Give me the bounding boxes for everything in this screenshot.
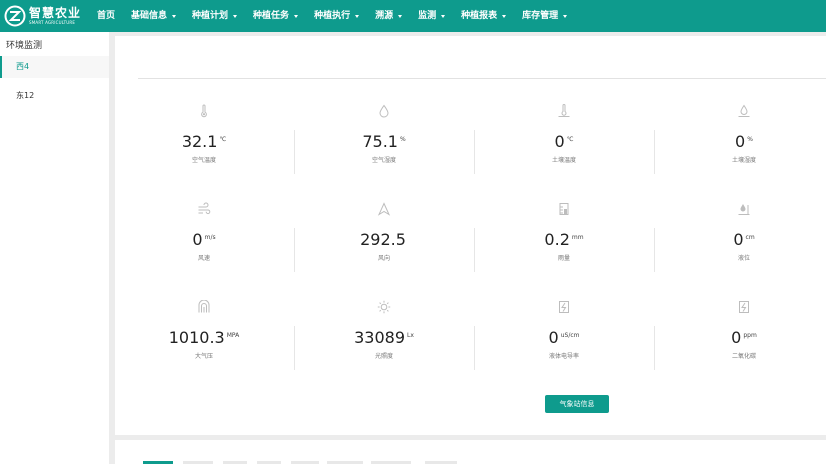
pressure-icon bbox=[198, 300, 210, 313]
metric-value: 33089 bbox=[354, 328, 405, 347]
metric-value: 0 bbox=[731, 328, 742, 347]
metric-label: 光照度 bbox=[374, 353, 393, 360]
brand-logo[interactable]: 智慧农业 SMART AGRICULTURE bbox=[0, 0, 88, 32]
metric-separator bbox=[654, 326, 655, 370]
chevron-down-icon bbox=[398, 14, 403, 18]
thermometer-icon bbox=[201, 104, 207, 118]
metric-label: 土壤湿度 bbox=[731, 157, 756, 164]
nav-planting-task[interactable]: 种植任务 bbox=[245, 0, 306, 32]
metric-unit: cm bbox=[745, 234, 755, 241]
metric-value: 292.5 bbox=[360, 230, 406, 249]
metric-label: 土壤温度 bbox=[551, 157, 576, 164]
metric-unit: % bbox=[747, 136, 753, 143]
metric-value: 0 bbox=[192, 230, 203, 249]
brand-name-en: SMART AGRICULTURE bbox=[29, 20, 76, 25]
metric-soil-temperature: 0 ℃ 土壤温度 bbox=[504, 104, 624, 164]
nav-traceability[interactable]: 溯源 bbox=[367, 0, 410, 32]
metric-unit: Lx bbox=[407, 332, 414, 339]
metric-label: 液位 bbox=[737, 255, 750, 262]
lower-panel bbox=[115, 440, 826, 464]
droplet-icon bbox=[379, 104, 389, 118]
metric-separator bbox=[294, 228, 295, 272]
metric-label: 雨量 bbox=[557, 255, 570, 262]
metric-separator bbox=[654, 228, 655, 272]
metric-value: 0 bbox=[735, 132, 746, 151]
metric-label: 风速 bbox=[197, 255, 210, 262]
metric-unit: MPA bbox=[226, 332, 240, 339]
metric-unit: m/s bbox=[204, 234, 216, 241]
metric-separator bbox=[294, 326, 295, 370]
metric-unit: mm bbox=[571, 234, 584, 241]
metric-unit: ℃ bbox=[566, 136, 574, 143]
metric-wind-direction: 292.5 风向 bbox=[324, 202, 444, 262]
chevron-down-icon bbox=[233, 14, 238, 18]
nav-planting-plan[interactable]: 种植计划 bbox=[184, 0, 245, 32]
nav-planting-report[interactable]: 种植报表 bbox=[453, 0, 514, 32]
sun-icon bbox=[377, 300, 391, 314]
chevron-down-icon bbox=[355, 14, 360, 18]
metric-unit: uS/cm bbox=[560, 332, 580, 339]
panel-divider bbox=[138, 78, 826, 79]
sidebar-item-east12[interactable]: 东12 bbox=[0, 85, 109, 107]
metric-rainfall: 0.2 mm 雨量 bbox=[504, 202, 624, 262]
soil-moisture-icon bbox=[738, 104, 750, 117]
monitor-panel: 32.1 ℃ 空气温度 75.1% 空气湿度 0 ℃ 土壤温度 0% 土壤湿度 0m… bbox=[115, 36, 826, 435]
chevron-down-icon bbox=[294, 14, 299, 18]
metric-wind-speed: 0 m/s 风速 bbox=[144, 202, 264, 262]
logo-icon bbox=[4, 5, 26, 27]
metric-label: 风向 bbox=[377, 255, 390, 262]
chevron-down-icon bbox=[502, 14, 507, 18]
metric-air-humidity: 75.1% 空气湿度 bbox=[324, 104, 444, 164]
weather-station-button[interactable]: 气象站信息 bbox=[545, 395, 609, 413]
metric-separator bbox=[294, 130, 295, 174]
soil-thermometer-icon bbox=[558, 104, 570, 117]
metric-co2: 0 ppm 二氧化碳 bbox=[684, 300, 804, 360]
sidebar: 环境监测 西4 东12 bbox=[0, 32, 109, 464]
metric-label: 二氧化碳 bbox=[731, 353, 756, 360]
metric-value: 1010.3 bbox=[168, 328, 225, 347]
metric-value: 0.2 bbox=[544, 230, 570, 249]
metric-illuminance: 33089 Lx 光照度 bbox=[324, 300, 444, 360]
sidebar-item-west4[interactable]: 西4 bbox=[0, 56, 109, 78]
metric-value: 32.1 bbox=[181, 132, 218, 151]
metric-air-pressure: 1010.3 MPA 大气压 bbox=[144, 300, 264, 360]
metric-air-temperature: 32.1 ℃ 空气温度 bbox=[144, 104, 264, 164]
chevron-down-icon bbox=[172, 14, 177, 18]
wind-icon bbox=[198, 202, 211, 215]
metric-separator bbox=[654, 130, 655, 174]
chevron-down-icon bbox=[563, 14, 568, 18]
sidebar-title: 环境监测 bbox=[6, 41, 43, 51]
rain-gauge-icon bbox=[559, 203, 569, 215]
metric-separator bbox=[474, 228, 475, 272]
metric-unit: ℃ bbox=[219, 136, 227, 143]
water-level-icon bbox=[738, 204, 750, 215]
co2-icon bbox=[739, 301, 749, 313]
top-navbar: 智慧农业 SMART AGRICULTURE 首页 基础信息 种植计划 种植任务… bbox=[0, 0, 826, 32]
metric-value: 0 bbox=[554, 132, 565, 151]
metric-value: 0 bbox=[733, 230, 744, 249]
chevron-down-icon bbox=[441, 14, 446, 18]
metric-label: 大气压 bbox=[194, 353, 213, 360]
metric-conductivity: 0 uS/cm 液体电导率 bbox=[504, 300, 624, 360]
metric-separator bbox=[474, 326, 475, 370]
metric-unit: % bbox=[399, 136, 406, 143]
wind-direction-icon bbox=[377, 202, 391, 216]
conductivity-icon bbox=[559, 301, 569, 313]
metric-label: 液体电导率 bbox=[548, 353, 579, 360]
nav-inventory[interactable]: 库存管理 bbox=[514, 0, 575, 32]
metric-label: 空气温度 bbox=[191, 157, 216, 164]
nav-home[interactable]: 首页 bbox=[88, 0, 123, 32]
brand-name: 智慧农业 bbox=[29, 6, 82, 20]
metric-water-level: 0 cm 液位 bbox=[684, 202, 804, 262]
metric-separator bbox=[474, 130, 475, 174]
main-nav: 首页 基础信息 种植计划 种植任务 种植执行 溯源 监测 种植报表 库存管理 bbox=[88, 0, 575, 32]
nav-monitoring[interactable]: 监测 bbox=[410, 0, 453, 32]
metric-value: 75.1 bbox=[362, 132, 398, 151]
metric-label: 空气湿度 bbox=[371, 157, 396, 164]
metric-soil-moisture: 0% 土壤湿度 bbox=[684, 104, 804, 164]
metric-value: 0 bbox=[548, 328, 559, 347]
nav-basic-info[interactable]: 基础信息 bbox=[123, 0, 184, 32]
metric-unit: ppm bbox=[743, 332, 757, 339]
nav-planting-execution[interactable]: 种植执行 bbox=[306, 0, 367, 32]
